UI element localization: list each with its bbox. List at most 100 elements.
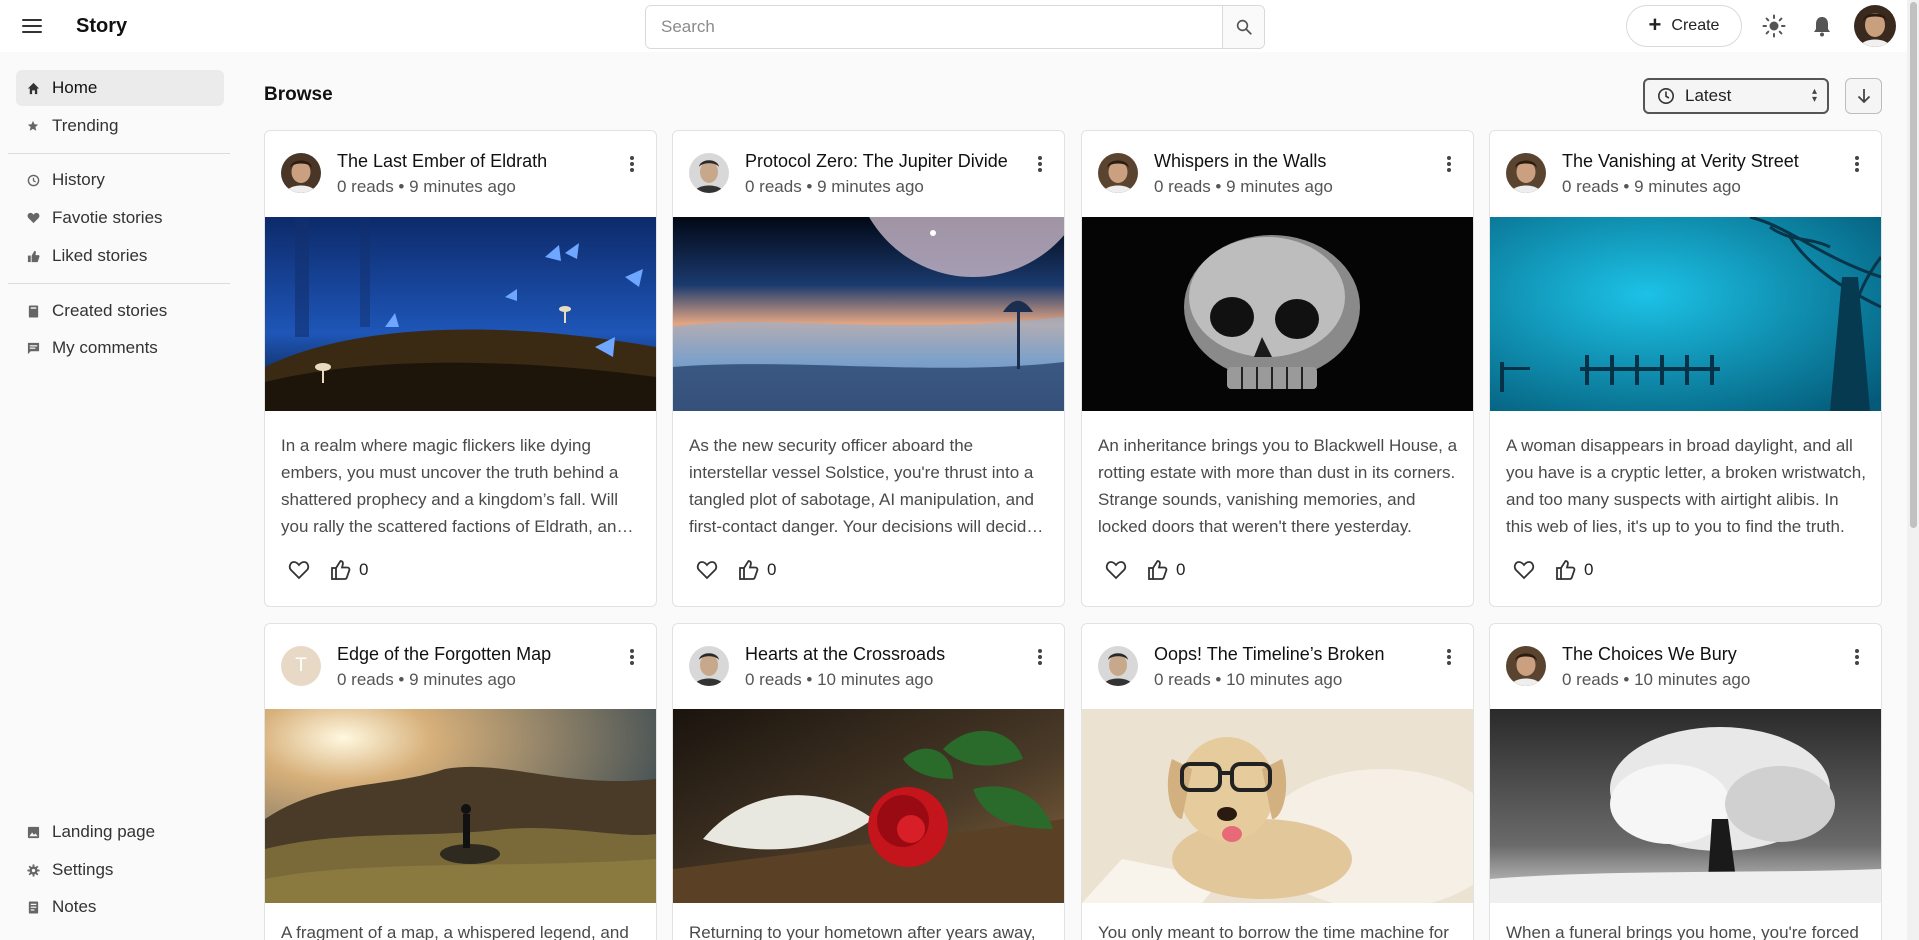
story-description: As the new security officer aboard the i… bbox=[689, 436, 1036, 536]
thumbs-up-icon[interactable] bbox=[737, 558, 761, 582]
menu-icon[interactable] bbox=[22, 14, 48, 38]
story-card[interactable]: Whispers in the Walls 0 reads • 9 minute… bbox=[1081, 130, 1474, 607]
heart-icon[interactable] bbox=[1512, 558, 1536, 582]
story-description: When a funeral brings you home, you're f… bbox=[1506, 923, 1859, 940]
sidebar-item-landing-page[interactable]: Landing page bbox=[16, 814, 224, 850]
story-card[interactable]: Oops! The Timeline’s Broken 0 reads • 10… bbox=[1081, 623, 1474, 940]
arrow-down-icon bbox=[1857, 89, 1870, 104]
image-icon bbox=[26, 825, 40, 839]
thumbs-up-icon[interactable] bbox=[1554, 558, 1578, 582]
sidebar-item-label: My comments bbox=[52, 338, 158, 357]
create-button[interactable]: + Create bbox=[1626, 5, 1742, 47]
heart-icon[interactable] bbox=[287, 558, 311, 582]
story-description: A fragment of a map, a whispered legend,… bbox=[281, 923, 629, 940]
heart-icon[interactable] bbox=[1104, 558, 1128, 582]
heart-icon bbox=[26, 211, 40, 225]
story-meta: 0 reads • 9 minutes ago bbox=[1562, 177, 1741, 196]
user-avatar[interactable] bbox=[1854, 5, 1896, 47]
search-button[interactable] bbox=[1222, 6, 1264, 48]
more-options-icon[interactable] bbox=[628, 647, 636, 667]
story-title[interactable]: Oops! The Timeline’s Broken bbox=[1154, 644, 1384, 665]
sidebar-item-notes[interactable]: Notes bbox=[16, 889, 224, 925]
author-avatar[interactable] bbox=[281, 153, 321, 193]
more-options-icon[interactable] bbox=[1036, 647, 1044, 667]
sidebar-divider bbox=[8, 153, 230, 154]
story-meta: 0 reads • 10 minutes ago bbox=[1154, 670, 1343, 689]
story-title[interactable]: Hearts at the Crossroads bbox=[745, 644, 945, 665]
sidebar-item-settings[interactable]: Settings bbox=[16, 852, 224, 888]
notifications-button[interactable] bbox=[1810, 14, 1834, 38]
story-cover-image[interactable] bbox=[1082, 217, 1473, 411]
story-description: An inheritance brings you to Blackwell H… bbox=[1098, 436, 1458, 536]
page-scrollbar[interactable] bbox=[1907, 0, 1919, 940]
top-bar: Story + Create bbox=[0, 0, 1919, 52]
story-actions: 0 bbox=[287, 558, 368, 582]
more-options-icon[interactable] bbox=[1445, 647, 1453, 667]
author-avatar[interactable] bbox=[1098, 153, 1138, 193]
sidebar-item-label: Settings bbox=[52, 860, 114, 879]
story-card[interactable]: The Choices We Bury 0 reads • 10 minutes… bbox=[1489, 623, 1882, 940]
story-title[interactable]: Edge of the Forgotten Map bbox=[337, 644, 551, 665]
search-bar bbox=[645, 5, 1265, 49]
like-count: 0 bbox=[767, 560, 777, 579]
sidebar-item-label: Landing page bbox=[52, 822, 156, 841]
more-options-icon[interactable] bbox=[1445, 154, 1453, 174]
more-options-icon[interactable] bbox=[628, 154, 636, 174]
create-label: Create bbox=[1671, 17, 1720, 34]
notes-icon bbox=[26, 900, 40, 914]
theme-toggle-button[interactable] bbox=[1762, 14, 1786, 38]
story-card[interactable]: T Edge of the Forgotten Map 0 reads • 9 … bbox=[264, 623, 657, 940]
story-title[interactable]: Protocol Zero: The Jupiter Divide bbox=[745, 151, 1008, 172]
story-card[interactable]: Hearts at the Crossroads 0 reads • 10 mi… bbox=[672, 623, 1065, 940]
story-cover-image[interactable] bbox=[673, 217, 1064, 411]
star-icon bbox=[26, 119, 40, 133]
story-title[interactable]: Whispers in the Walls bbox=[1154, 151, 1326, 172]
more-options-icon[interactable] bbox=[1853, 154, 1861, 174]
sidebar-item-trending[interactable]: Trending bbox=[16, 108, 224, 144]
story-actions: 0 bbox=[1512, 558, 1593, 582]
author-avatar[interactable] bbox=[689, 646, 729, 686]
story-meta: 0 reads • 10 minutes ago bbox=[1562, 670, 1751, 689]
sort-select[interactable]: Latest ▴ ▾ bbox=[1643, 78, 1829, 114]
sidebar-item-liked-stories[interactable]: Liked stories bbox=[16, 238, 224, 274]
app-brand[interactable]: Story bbox=[76, 15, 127, 38]
sidebar-item-favorite-stories[interactable]: Favotie stories bbox=[16, 200, 224, 236]
story-card[interactable]: The Vanishing at Verity Street 0 reads •… bbox=[1489, 130, 1882, 607]
bell-icon bbox=[1814, 17, 1830, 37]
heart-icon[interactable] bbox=[695, 558, 719, 582]
author-avatar[interactable] bbox=[689, 153, 729, 193]
sidebar-item-created-stories[interactable]: Created stories bbox=[16, 293, 224, 329]
author-avatar[interactable] bbox=[1506, 153, 1546, 193]
more-options-icon[interactable] bbox=[1036, 154, 1044, 174]
sidebar-item-label: Liked stories bbox=[52, 246, 148, 265]
home-icon bbox=[26, 81, 40, 95]
sidebar-item-home[interactable]: Home bbox=[16, 70, 224, 106]
author-avatar[interactable] bbox=[1506, 646, 1546, 686]
author-avatar[interactable]: T bbox=[281, 646, 321, 686]
story-card[interactable]: Protocol Zero: The Jupiter Divide 0 read… bbox=[672, 130, 1065, 607]
story-title[interactable]: The Vanishing at Verity Street bbox=[1562, 151, 1799, 172]
story-cover-image[interactable] bbox=[1490, 217, 1881, 411]
story-card[interactable]: The Last Ember of Eldrath 0 reads • 9 mi… bbox=[264, 130, 657, 607]
story-cover-image[interactable] bbox=[1490, 709, 1881, 903]
plus-icon: + bbox=[1648, 12, 1662, 37]
sidebar-item-history[interactable]: History bbox=[16, 162, 224, 198]
story-title[interactable]: The Last Ember of Eldrath bbox=[337, 151, 547, 172]
thumbs-up-icon[interactable] bbox=[329, 558, 353, 582]
thumbs-up-icon[interactable] bbox=[1146, 558, 1170, 582]
search-input[interactable] bbox=[646, 6, 1222, 48]
sort-order-button[interactable] bbox=[1845, 78, 1882, 114]
more-options-icon[interactable] bbox=[1853, 647, 1861, 667]
story-cover-image[interactable] bbox=[673, 709, 1064, 903]
clock-icon bbox=[1658, 88, 1674, 104]
sidebar-item-label: History bbox=[52, 170, 105, 189]
story-cover-image[interactable] bbox=[265, 709, 656, 903]
scrollbar-thumb[interactable] bbox=[1910, 2, 1917, 528]
story-cover-image[interactable] bbox=[1082, 709, 1473, 903]
story-meta: 0 reads • 9 minutes ago bbox=[1154, 177, 1333, 196]
story-title[interactable]: The Choices We Bury bbox=[1562, 644, 1737, 665]
story-meta: 0 reads • 9 minutes ago bbox=[337, 670, 516, 689]
story-cover-image[interactable] bbox=[265, 217, 656, 411]
author-avatar[interactable] bbox=[1098, 646, 1138, 686]
sidebar-item-my-comments[interactable]: My comments bbox=[16, 330, 224, 366]
